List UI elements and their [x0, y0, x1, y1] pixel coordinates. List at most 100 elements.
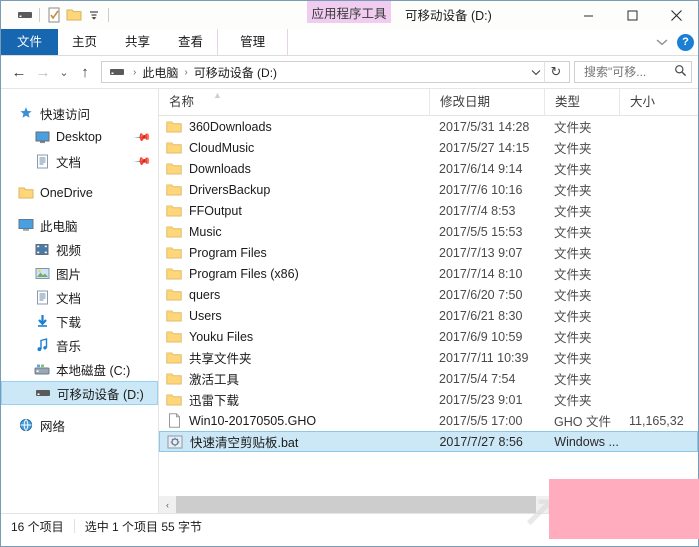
table-row[interactable]: 迅雷下载 2017/5/23 9:01 文件夹 — [159, 389, 698, 410]
pink-overlay-box — [549, 479, 699, 539]
sidebar-item-desktop[interactable]: Desktop 📌 — [1, 125, 158, 149]
table-row[interactable]: Program Files (x86) 2017/7/14 8:10 文件夹 — [159, 263, 698, 284]
breadcrumb-item-removable-drive[interactable]: 可移动设备 (D:) — [191, 64, 280, 81]
file-list-pane: ▲ 名称 修改日期 类型 大小 360Downloads 2017/5/31 14… — [159, 89, 698, 513]
table-row[interactable]: 激活工具 2017/5/4 7:54 文件夹 — [159, 368, 698, 389]
cell-name: Music — [159, 224, 429, 240]
help-icon[interactable]: ? — [677, 33, 694, 51]
file-name-label: quers — [189, 287, 221, 302]
sidebar-label: 图片 — [56, 267, 82, 282]
table-row[interactable]: Music 2017/5/5 15:53 文件夹 — [159, 221, 698, 242]
table-row[interactable]: Downloads 2017/6/14 9:14 文件夹 — [159, 158, 698, 179]
breadcrumb-separator-1[interactable]: › — [183, 67, 188, 78]
sidebar-item-this-pc[interactable]: 此电脑 — [1, 213, 158, 237]
sidebar-item-removable-drive-d[interactable]: 可移动设备 (D:) — [1, 381, 158, 405]
address-drive-icon — [108, 64, 126, 80]
cell-name: Program Files — [159, 245, 429, 261]
cell-type: 文件夹 — [554, 331, 592, 345]
file-name-label: FFOutput — [189, 203, 242, 218]
customize-dropdown-icon[interactable] — [84, 5, 104, 25]
sidebar-label: 快速访问 — [40, 107, 91, 122]
sidebar-label: 本地磁盘 (C:) — [56, 363, 131, 378]
maximize-button[interactable] — [610, 1, 654, 29]
sidebar-item-documents-qa[interactable]: 文档 📌 — [1, 149, 158, 173]
scroll-thumb[interactable] — [176, 496, 536, 513]
address-bar: ← → ⌄ ↑ › 此电脑 › 可移动设备 (D:) ↻ — [1, 56, 698, 88]
cell-name: CloudMusic — [159, 140, 429, 156]
forward-button[interactable]: → — [31, 60, 55, 84]
table-row[interactable]: CloudMusic 2017/5/27 14:15 文件夹 — [159, 137, 698, 158]
tab-home[interactable]: 主页 — [58, 29, 111, 55]
cell-date: 2017/5/5 15:53 — [439, 224, 523, 239]
table-row[interactable]: 快速清空剪贴板.bat 2017/7/27 8:56 Windows ... — [159, 431, 698, 452]
sidebar-item-videos[interactable]: 视频 — [1, 237, 158, 261]
table-row[interactable]: FFOutput 2017/7/4 8:53 文件夹 — [159, 200, 698, 221]
sidebar-item-quick-access[interactable]: 快速访问 — [1, 101, 158, 125]
pin-icon[interactable]: 📌 — [134, 152, 153, 171]
sidebar-item-documents[interactable]: 文档 — [1, 285, 158, 309]
sidebar-item-onedrive[interactable]: OneDrive — [1, 181, 158, 205]
up-button[interactable]: ↑ — [73, 60, 97, 84]
chevron-down-icon[interactable] — [653, 33, 671, 51]
minimize-button[interactable] — [566, 1, 610, 29]
documents-icon — [33, 288, 51, 306]
search-box[interactable] — [574, 61, 692, 83]
table-row[interactable]: Users 2017/6/21 8:30 文件夹 — [159, 305, 698, 326]
column-header-name[interactable]: 名称 — [159, 89, 429, 115]
cell-type: 文件夹 — [554, 268, 592, 282]
new-folder-icon[interactable] — [64, 5, 84, 25]
table-row[interactable]: Youku Files 2017/6/9 10:59 文件夹 — [159, 326, 698, 347]
folder-icon — [165, 224, 183, 240]
table-row[interactable]: Program Files 2017/7/13 9:07 文件夹 — [159, 242, 698, 263]
table-row[interactable]: Win10-20170505.GHO 2017/5/5 17:00 GHO 文件 11… — [159, 410, 698, 431]
tab-share[interactable]: 共享 — [111, 29, 164, 55]
tab-file[interactable]: 文件 — [1, 29, 59, 55]
search-input[interactable] — [582, 64, 674, 80]
file-name-label: Youku Files — [189, 329, 254, 344]
ribbon-right-controls: ? — [653, 29, 694, 55]
removable-drive-icon[interactable] — [15, 5, 35, 25]
tab-view[interactable]: 查看 — [164, 29, 217, 55]
window-controls — [566, 1, 698, 29]
sidebar-item-pictures[interactable]: 图片 — [1, 261, 158, 285]
cell-name: Program Files (x86) — [159, 266, 429, 282]
refresh-button[interactable]: ↻ — [544, 61, 567, 83]
sidebar-item-music[interactable]: 音乐 — [1, 333, 158, 357]
cell-date: 2017/7/27 8:56 — [439, 434, 523, 449]
table-row[interactable]: 360Downloads 2017/5/31 14:28 文件夹 — [159, 116, 698, 137]
address-input[interactable]: › 此电脑 › 可移动设备 (D:) ↻ — [101, 61, 570, 83]
close-button[interactable] — [654, 1, 698, 29]
properties-icon[interactable] — [44, 5, 64, 25]
tab-manage[interactable]: 管理 — [217, 29, 289, 55]
table-row[interactable]: quers 2017/6/20 7:50 文件夹 — [159, 284, 698, 305]
file-name-label: Program Files (x86) — [189, 266, 299, 281]
pictures-icon — [33, 264, 51, 282]
sidebar-gap-2 — [1, 205, 158, 213]
sidebar-item-downloads[interactable]: 下载 — [1, 309, 158, 333]
column-header-date[interactable]: 修改日期 — [429, 89, 544, 115]
sidebar-item-local-disk-c[interactable]: 本地磁盘 (C:) — [1, 357, 158, 381]
cell-type: Windows ... — [554, 434, 619, 449]
scroll-left-arrow[interactable]: ‹ — [159, 496, 176, 513]
column-header-size[interactable]: 大小 — [619, 89, 697, 115]
cell-type: 文件夹 — [554, 394, 592, 408]
sidebar-label: 文档 — [56, 291, 82, 306]
table-row[interactable]: DriversBackup 2017/7/6 10:16 文件夹 — [159, 179, 698, 200]
breadcrumb: › 此电脑 › 可移动设备 (D:) — [132, 64, 528, 81]
cell-date: 2017/7/4 8:53 — [439, 203, 516, 218]
address-dropdown-icon[interactable] — [528, 69, 544, 76]
breadcrumb-separator-0[interactable]: › — [132, 67, 137, 78]
folder-icon — [165, 308, 183, 324]
search-icon[interactable] — [674, 64, 687, 80]
back-button[interactable]: ← — [7, 60, 31, 84]
cell-type: 文件夹 — [554, 247, 592, 261]
file-name-label: Program Files — [189, 245, 267, 260]
explorer-body: 快速访问 Desktop 📌 文档 📌 OneDrive 此电脑 视频 图片 文… — [1, 88, 698, 513]
pin-icon[interactable]: 📌 — [134, 128, 153, 147]
status-item-count: 16 个项目 — [11, 519, 64, 534]
sidebar-item-network[interactable]: 网络 — [1, 413, 158, 437]
breadcrumb-item-this-pc[interactable]: 此电脑 — [139, 64, 181, 81]
recent-locations-button[interactable]: ⌄ — [55, 60, 73, 84]
column-header-type[interactable]: 类型 — [544, 89, 619, 115]
table-row[interactable]: 共享文件夹 2017/7/11 10:39 文件夹 — [159, 347, 698, 368]
